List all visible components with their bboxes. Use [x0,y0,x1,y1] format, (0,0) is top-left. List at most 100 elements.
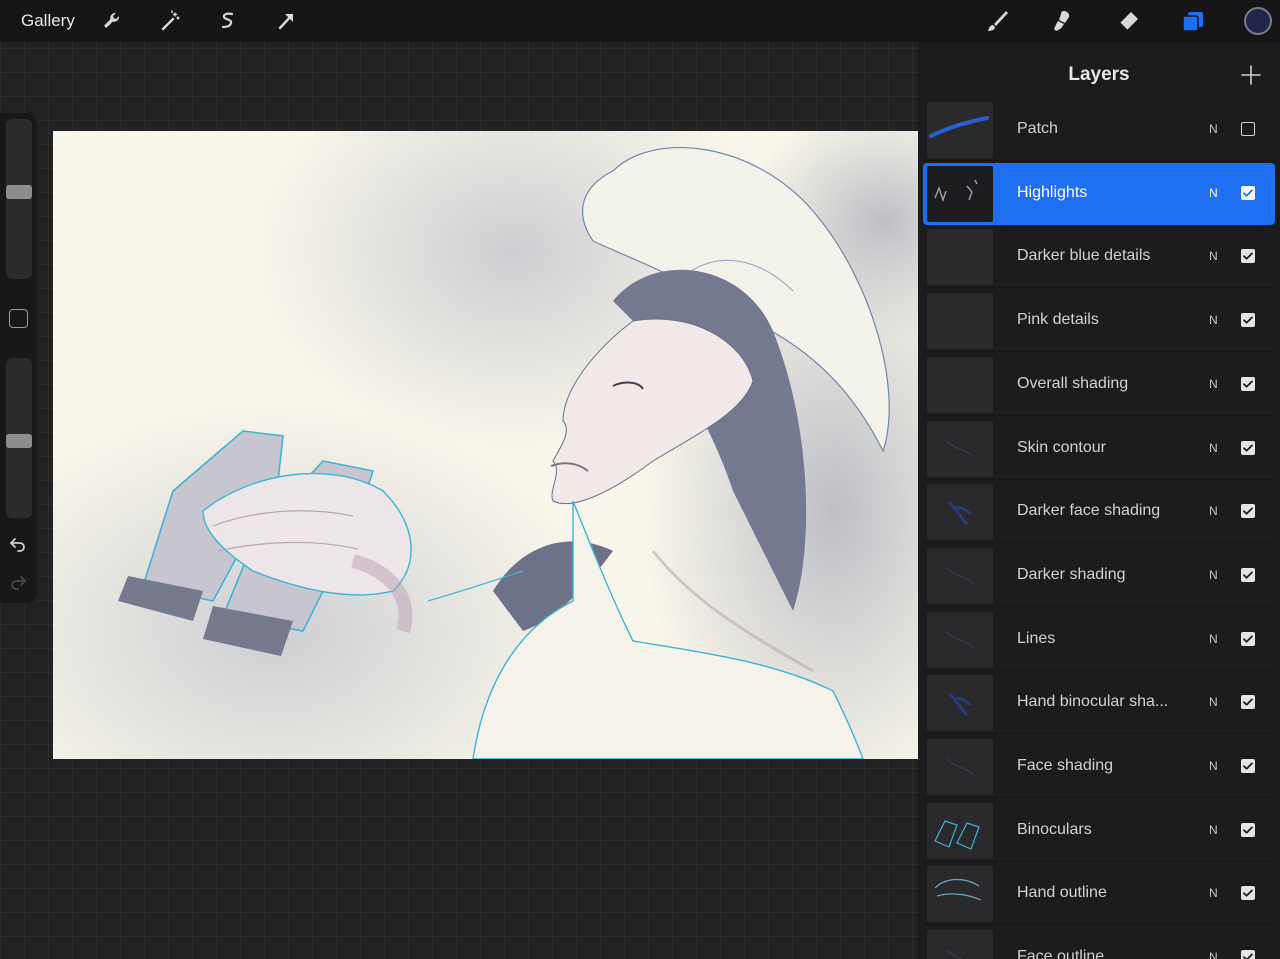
layer-row[interactable]: Pink details N [923,290,1275,353]
layers-panel: Layers Patch N Highlights N Darker blue deta… [918,42,1280,959]
top-toolbar: Gallery [0,0,1280,42]
visibility-checkbox[interactable] [1241,950,1255,959]
layer-thumbnail[interactable] [927,611,993,668]
brush-size-handle[interactable] [6,185,32,199]
visibility-checkbox[interactable] [1241,122,1255,136]
layer-thumbnail[interactable] [927,802,993,859]
checkmark-icon [1243,252,1253,261]
visibility-checkbox[interactable] [1241,313,1255,328]
checkmark-icon [1243,380,1253,388]
layer-thumbnail[interactable] [927,739,993,795]
layer-row[interactable]: Skin contour N [923,418,1275,480]
opacity-handle[interactable] [6,434,32,448]
visibility-checkbox[interactable] [1241,631,1255,646]
visibility-checkbox[interactable] [1241,822,1255,837]
layer-row[interactable]: Darker blue details N [923,226,1275,289]
blend-mode-button[interactable]: N [1209,759,1218,773]
checkmark-icon [1243,571,1253,579]
layer-thumbnail[interactable] [927,356,993,413]
layer-thumbnail[interactable] [927,930,993,959]
magic-wand-icon[interactable] [155,6,185,36]
layer-row[interactable]: Hand outline N [923,863,1275,926]
layer-row[interactable]: Darker shading N [923,545,1275,607]
visibility-checkbox[interactable] [1241,376,1255,391]
layer-thumbnail[interactable] [927,102,993,158]
layer-thumbnail[interactable] [927,866,993,923]
blend-mode-button[interactable]: N [1209,568,1218,582]
gallery-button[interactable]: Gallery [21,11,75,31]
checkmark-icon [1243,698,1253,706]
layer-row[interactable]: Highlights N [923,162,1275,225]
visibility-checkbox[interactable] [1241,504,1255,519]
visibility-checkbox[interactable] [1241,185,1255,200]
checkmark-icon [1243,826,1253,834]
checkmark-icon [1243,507,1253,515]
layers-icon[interactable] [1178,6,1208,36]
layer-name: Face shading [1017,757,1114,774]
layer-row[interactable]: Overall shading N [923,354,1275,416]
blend-mode-button[interactable]: N [1209,950,1218,959]
blend-mode-button[interactable]: N [1209,377,1218,391]
layer-name: Darker shading [1017,565,1126,583]
layer-thumbnail[interactable] [927,229,993,286]
checkmark-icon [1243,889,1253,898]
modify-square-icon[interactable] [9,309,28,328]
blend-mode-button[interactable]: N [1209,632,1218,646]
layer-name: Overall shading [1017,374,1129,392]
blend-mode-button[interactable]: N [1209,249,1218,263]
layer-thumbnail[interactable] [927,484,993,541]
layer-name: Patch [1017,120,1058,137]
drawing-canvas[interactable] [53,131,918,759]
layer-name: Pink details [1017,311,1099,329]
smudge-icon[interactable] [1047,6,1077,36]
opacity-slider[interactable] [6,358,32,518]
visibility-checkbox[interactable] [1241,567,1255,582]
layer-thumbnail[interactable] [927,293,993,350]
layer-name: Skin contour [1017,438,1106,456]
wrench-icon[interactable] [97,6,127,36]
color-picker-swatch[interactable] [1244,7,1272,35]
blend-mode-button[interactable]: N [1209,313,1218,327]
visibility-checkbox[interactable] [1241,886,1255,901]
layer-thumbnail[interactable] [927,420,993,477]
layer-row[interactable]: Darker face shading N [923,481,1275,544]
visibility-checkbox[interactable] [1241,759,1255,773]
artwork-illustration [53,131,918,759]
undo-icon[interactable] [6,532,30,556]
layer-row[interactable]: Face outline N [923,927,1275,959]
blend-mode-button[interactable]: N [1209,441,1218,455]
layer-name: Darker blue details [1017,247,1151,265]
layer-thumbnail[interactable] [927,675,993,732]
brush-icon[interactable] [982,6,1012,36]
layer-row[interactable]: Patch N [923,99,1275,161]
redo-icon[interactable] [6,570,30,594]
left-sidebar [0,113,37,603]
layer-name: Highlights [1017,183,1088,201]
layer-thumbnail[interactable] [927,547,993,604]
selection-icon[interactable] [213,6,243,36]
layer-name: Binoculars [1017,820,1092,838]
visibility-checkbox[interactable] [1241,695,1255,710]
transform-arrow-icon[interactable] [271,6,301,36]
layer-name: Hand outline [1017,884,1107,902]
blend-mode-button[interactable]: N [1209,695,1218,709]
blend-mode-button[interactable]: N [1209,823,1218,837]
blend-mode-button[interactable]: N [1209,122,1218,136]
blend-mode-button[interactable]: N [1209,186,1218,200]
layer-row[interactable]: Lines N [923,609,1275,671]
visibility-checkbox[interactable] [1241,440,1255,455]
layer-thumbnail[interactable] [927,165,993,222]
checkmark-icon [1243,189,1253,197]
brush-size-slider[interactable] [6,119,32,279]
blend-mode-button[interactable]: N [1209,504,1218,518]
blend-mode-button[interactable]: N [1209,886,1218,900]
layer-name: Face outline [1017,948,1105,959]
layer-row[interactable]: Hand binocular sha... N [923,672,1275,735]
checkmark-icon [1243,635,1253,643]
layer-row[interactable]: Face shading N [923,736,1275,798]
layer-row[interactable]: Binoculars N [923,800,1275,862]
layer-name: Darker face shading [1017,502,1161,520]
eraser-icon[interactable] [1113,6,1143,36]
plus-icon[interactable] [1240,64,1262,86]
visibility-checkbox[interactable] [1241,249,1255,264]
